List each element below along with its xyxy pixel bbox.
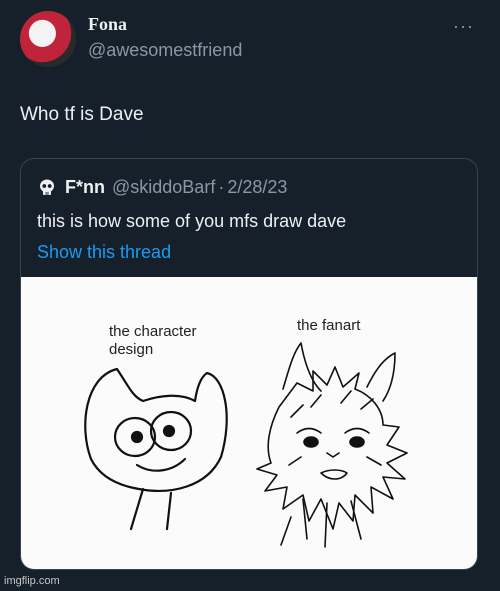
quoted-tweet-date[interactable]: 2/28/23 xyxy=(227,177,287,198)
quoted-tweet[interactable]: F*nn @skiddoBarf · 2/28/23 this is how s… xyxy=(20,158,478,570)
author-name[interactable]: Fona xyxy=(88,14,127,35)
quoted-tweet-header: F*nn @skiddoBarf · 2/28/23 xyxy=(37,177,287,198)
skull-icon xyxy=(40,179,54,195)
author-handle[interactable]: @awesomestfriend xyxy=(88,40,242,61)
avatar[interactable] xyxy=(20,11,76,67)
imgflip-watermark: imgflip.com xyxy=(4,575,60,587)
quoted-author-name[interactable]: F*nn xyxy=(65,177,105,198)
quoted-tweet-text: this is how some of you mfs draw dave xyxy=(37,211,347,231)
separator-dot: · xyxy=(218,177,225,197)
quoted-author-handle[interactable]: @skiddoBarf xyxy=(112,177,215,198)
simple-dave-drawing xyxy=(84,367,228,531)
tweet-text: Who tf is Dave xyxy=(20,104,144,125)
quoted-tweet-image[interactable]: the character design the fanart xyxy=(21,277,477,569)
more-options-icon[interactable]: ··· xyxy=(453,16,474,37)
show-thread-link[interactable]: Show this thread xyxy=(37,242,171,263)
comic-drawing xyxy=(84,342,408,548)
fanart-dave-drawing xyxy=(256,342,408,548)
